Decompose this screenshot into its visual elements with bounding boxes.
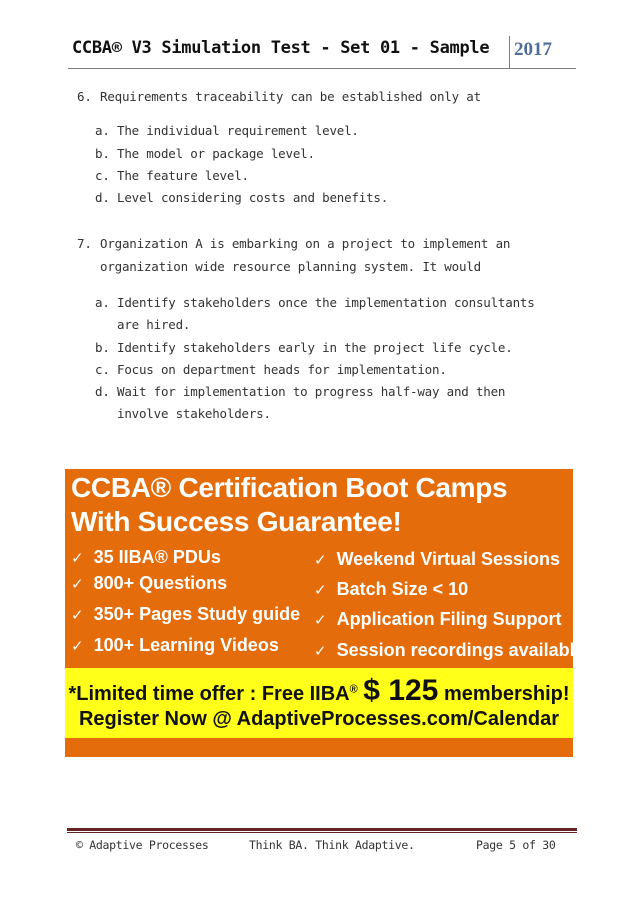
page-number: Page 5 of 30 — [476, 838, 556, 852]
check-icon: ✓ — [71, 607, 84, 624]
page-header: CCBA® V3 Simulation Test - Set 01 - Samp… — [68, 36, 576, 69]
option-text: Identify stakeholders early in the proje… — [117, 340, 513, 355]
option-letter: d. — [95, 190, 110, 205]
banner-title: CCBA® Certification Boot Camps With Succ… — [71, 471, 508, 539]
header-divider — [509, 36, 510, 68]
option-text: The individual requirement level. — [117, 123, 359, 138]
offer-amount: $ 125 — [363, 674, 439, 707]
option-letter: c. — [95, 362, 110, 377]
header-year: 2017 — [514, 39, 552, 60]
question-text: Requirements traceability can be establi… — [100, 89, 481, 104]
feature-item: ✓ Application Filing Support — [314, 609, 562, 630]
feature-label: Session recordings available — [336, 640, 585, 660]
option-letter: a. — [95, 123, 110, 138]
feature-label: 350+ Pages Study guide — [93, 604, 301, 624]
check-icon: ✓ — [314, 612, 327, 629]
option-text: Wait for implementation to progress half… — [117, 384, 506, 399]
footer-copyright: © Adaptive Processes — [76, 838, 209, 852]
check-icon: ✓ — [314, 552, 327, 569]
check-icon: ✓ — [314, 582, 327, 599]
option-text: The model or package level. — [117, 146, 315, 161]
feature-label: 800+ Questions — [93, 573, 228, 593]
footer-divider — [67, 832, 577, 833]
option-text: Level considering costs and benefits. — [117, 190, 389, 205]
question-number: 7. — [77, 236, 92, 251]
check-icon: ✓ — [71, 550, 84, 567]
option-letter: b. — [95, 340, 110, 355]
register-link[interactable]: Register Now @ AdaptiveProcesses.com/Cal… — [65, 708, 573, 731]
banner-title-line: CCBA® Certification Boot Camps — [71, 472, 508, 503]
question-text: Organization A is embarking on a project… — [100, 236, 511, 251]
feature-label: Batch Size < 10 — [336, 579, 469, 599]
footer-divider — [67, 828, 577, 831]
option-letter: c. — [95, 168, 110, 183]
offer-strip[interactable]: *Limited time offer : Free IIBA® $ 125 m… — [65, 668, 573, 738]
feature-item: ✓ 350+ Pages Study guide — [71, 604, 300, 625]
option-text: Focus on department heads for implementa… — [117, 362, 447, 377]
feature-item: ✓ 100+ Learning Videos — [71, 635, 279, 656]
offer-line: *Limited time offer : Free IIBA® $ 125 m… — [65, 674, 573, 708]
offer-prefix: *Limited time offer : Free IIBA — [68, 683, 350, 705]
feature-item: ✓ Session recordings available — [314, 640, 585, 661]
feature-item: ✓ 800+ Questions — [71, 573, 227, 594]
option-letter: d. — [95, 384, 110, 399]
option-text: Identify stakeholders once the implement… — [117, 295, 535, 310]
question-text: organization wide resource planning syst… — [100, 259, 481, 274]
offer-suffix: membership! — [443, 683, 570, 705]
feature-label: Weekend Virtual Sessions — [336, 549, 561, 569]
option-letter: b. — [95, 146, 110, 161]
bootcamp-ad-banner[interactable]: CCBA® Certification Boot Camps With Succ… — [65, 469, 585, 757]
feature-label: 35 IIBA® PDUs — [93, 547, 221, 567]
banner-title-line: With Success Guarantee! — [71, 506, 402, 537]
feature-item: ✓ 35 IIBA® PDUs — [71, 547, 221, 568]
question-number: 6. — [77, 89, 92, 104]
option-letter: a. — [95, 295, 110, 310]
registered-mark: ® — [349, 683, 358, 696]
footer-tagline: Think BA. Think Adaptive. — [249, 838, 415, 852]
feature-item: ✓ Weekend Virtual Sessions — [314, 549, 560, 570]
check-icon: ✓ — [71, 638, 84, 655]
check-icon: ✓ — [71, 576, 84, 593]
feature-item: ✓ Batch Size < 10 — [314, 579, 468, 600]
option-text: are hired. — [117, 317, 191, 332]
feature-label: Application Filing Support — [336, 609, 562, 629]
option-text: The feature level. — [117, 168, 249, 183]
check-icon: ✓ — [314, 643, 327, 660]
document-title: CCBA® V3 Simulation Test - Set 01 - Samp… — [72, 38, 490, 58]
option-text: involve stakeholders. — [117, 406, 271, 421]
feature-label: 100+ Learning Videos — [93, 635, 279, 655]
